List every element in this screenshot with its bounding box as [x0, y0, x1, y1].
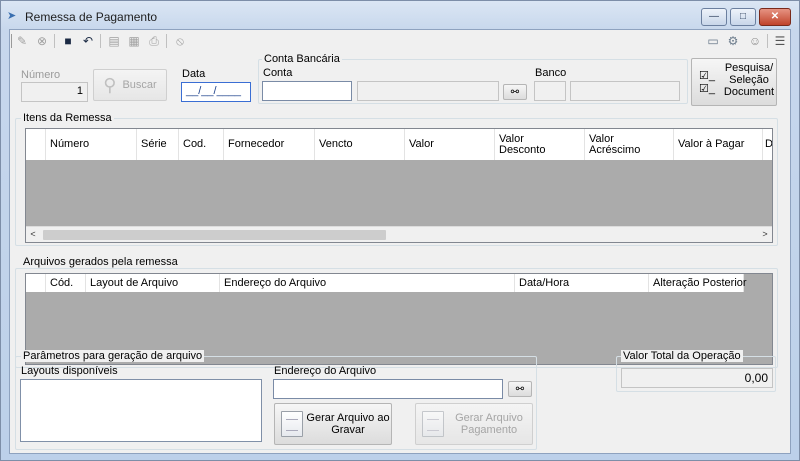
data-label: Data — [182, 68, 206, 80]
document-icon — [422, 411, 444, 437]
buscar-button-label: Buscar — [122, 79, 157, 91]
menu-icon[interactable]: ☰ — [772, 33, 788, 49]
numero-field[interactable]: 1 — [21, 82, 88, 102]
conta-description-field — [357, 81, 499, 101]
parametros-title: Parâmetros para geração de arquivo — [21, 350, 205, 362]
toolbar-separator — [54, 34, 55, 48]
arquivos-col-layout[interactable]: Layout de Arquivo — [86, 274, 220, 292]
tools-icon[interactable]: ⚙ — [725, 33, 741, 49]
scroll-left-arrow[interactable]: < — [26, 229, 40, 239]
itens-grid-header: Número Série Cod. Fornecedor Vencto Valo… — [26, 129, 772, 160]
data-field[interactable]: __/__/____ — [181, 82, 251, 102]
row-selector-header — [26, 129, 46, 160]
itens-col-valor-desconto[interactable]: Valor Desconto — [495, 129, 585, 160]
itens-col-valor-pagar[interactable]: Valor à Pagar — [674, 129, 763, 160]
main-window: ➤ Remessa de Pagamento — □ ✕ ✎ ⊗ ■ ↶ ▤ ▦… — [0, 0, 800, 461]
maximize-button[interactable]: □ — [730, 8, 756, 26]
undo-icon[interactable]: ↶ — [80, 33, 96, 49]
buscar-button[interactable]: ⚲ Buscar — [93, 69, 167, 101]
layouts-list[interactable] — [20, 379, 262, 442]
pesquisa-line3: Document — [723, 86, 775, 98]
itens-col-fornecedor[interactable]: Fornecedor — [224, 129, 315, 160]
form-client-area: ✎ ⊗ ■ ↶ ▤ ▦ ⎙ ⦸ ▭ ⚙ ☺ ☰ Número 1 ⚲ Busca… — [9, 29, 791, 454]
toolbar-separator — [100, 34, 101, 48]
save-icon[interactable]: ■ — [60, 33, 76, 49]
binoculars-icon: ⚯ — [515, 383, 525, 395]
itens-grid[interactable]: Número Série Cod. Fornecedor Vencto Valo… — [25, 128, 773, 243]
scroll-right-arrow[interactable]: > — [758, 229, 772, 239]
itens-remessa-title: Itens da Remessa — [21, 112, 114, 124]
document-icon — [281, 411, 303, 437]
pesquisa-selecao-button[interactable]: ☑_ ☑_ Pesquisa/ Seleção Document — [691, 58, 777, 106]
endereco-label: Endereço do Arquivo — [274, 365, 377, 377]
arquivos-col-data-hora[interactable]: Data/Hora — [515, 274, 649, 292]
pesquisa-line1: Pesquisa/ — [724, 62, 774, 74]
conta-search-button[interactable]: ⚯ — [503, 84, 527, 100]
checklist-icon: ☑_ ☑_ — [699, 70, 715, 95]
report-icon[interactable]: ▤ — [106, 33, 122, 49]
arquivos-col-alteracao[interactable]: Alteração Posterior — [649, 274, 747, 292]
conta-bancaria-title: Conta Bancária — [262, 53, 342, 65]
banco-code-field — [534, 81, 566, 101]
toolbar-grip — [11, 34, 12, 48]
numero-label: Número — [21, 69, 61, 81]
pesquisa-line2: Seleção — [729, 74, 769, 86]
conta-field[interactable] — [262, 81, 352, 101]
toolbar: ✎ ⊗ ■ ↶ ▤ ▦ ⎙ ⦸ ▭ ⚙ ☺ ☰ — [10, 30, 790, 52]
minimize-button[interactable]: — — [701, 8, 727, 26]
banco-name-field — [570, 81, 680, 101]
cancel-icon[interactable]: ⊗ — [34, 33, 50, 49]
magnifier-icon: ⚲ — [103, 74, 117, 95]
arquivos-grid-header: Cód. Layout de Arquivo Endereço do Arqui… — [26, 274, 747, 292]
block-icon[interactable]: ⦸ — [172, 33, 188, 49]
gerar-gravar-label: Gerar Arquivo ao Gravar — [306, 412, 390, 436]
print-icon[interactable]: ⎙ — [146, 33, 162, 49]
gerar-arquivo-pagamento-button[interactable]: Gerar Arquivo Pagamento — [415, 403, 533, 445]
window-title: Remessa de Pagamento — [25, 10, 158, 24]
row-selector-header — [26, 274, 46, 292]
gerar-arquivo-gravar-button[interactable]: Gerar Arquivo ao Gravar — [274, 403, 392, 445]
itens-col-vencto[interactable]: Vencto — [315, 129, 405, 160]
toolbar-separator — [166, 34, 167, 48]
itens-col-numero[interactable]: Número — [46, 129, 137, 160]
conta-label: Conta — [263, 67, 293, 79]
layouts-label: Layouts disponíveis — [21, 365, 118, 377]
close-button[interactable]: ✕ — [759, 8, 791, 26]
banco-label: Banco — [535, 67, 567, 79]
arquivos-col-endereco[interactable]: Endereço do Arquivo — [220, 274, 515, 292]
grid-icon[interactable]: ▦ — [126, 33, 142, 49]
user-icon[interactable]: ☺ — [747, 33, 763, 49]
arquivos-col-cod[interactable]: Cód. — [46, 274, 86, 292]
itens-col-serie[interactable]: Série — [137, 129, 179, 160]
arquivos-title: Arquivos gerados pela remessa — [21, 256, 180, 268]
valor-total-title: Valor Total da Operação — [621, 350, 743, 362]
endereco-search-button[interactable]: ⚯ — [508, 381, 532, 397]
pesquisa-selecao-label: Pesquisa/ Seleção Document — [722, 62, 776, 98]
app-icon: ➤ — [7, 10, 17, 22]
itens-col-valor[interactable]: Valor — [405, 129, 495, 160]
itens-col-cod[interactable]: Cod. — [179, 129, 224, 160]
itens-col-valor-acrescimo[interactable]: Valor Acréscimo — [585, 129, 674, 160]
scroll-thumb[interactable] — [43, 230, 386, 240]
endereco-field[interactable] — [273, 379, 503, 399]
binoculars-icon: ⚯ — [510, 86, 520, 98]
toolbar-separator — [767, 34, 768, 48]
gerar-pagamento-label: Gerar Arquivo Pagamento — [455, 412, 523, 436]
itens-horizontal-scrollbar[interactable]: < > — [26, 226, 772, 242]
valor-total-field: 0,00 — [621, 368, 773, 388]
itens-col-d[interactable]: D — [763, 129, 772, 160]
window-list-icon[interactable]: ▭ — [705, 33, 721, 49]
edit-icon[interactable]: ✎ — [14, 33, 30, 49]
title-bar[interactable]: ➤ Remessa de Pagamento — □ ✕ — [1, 1, 799, 29]
